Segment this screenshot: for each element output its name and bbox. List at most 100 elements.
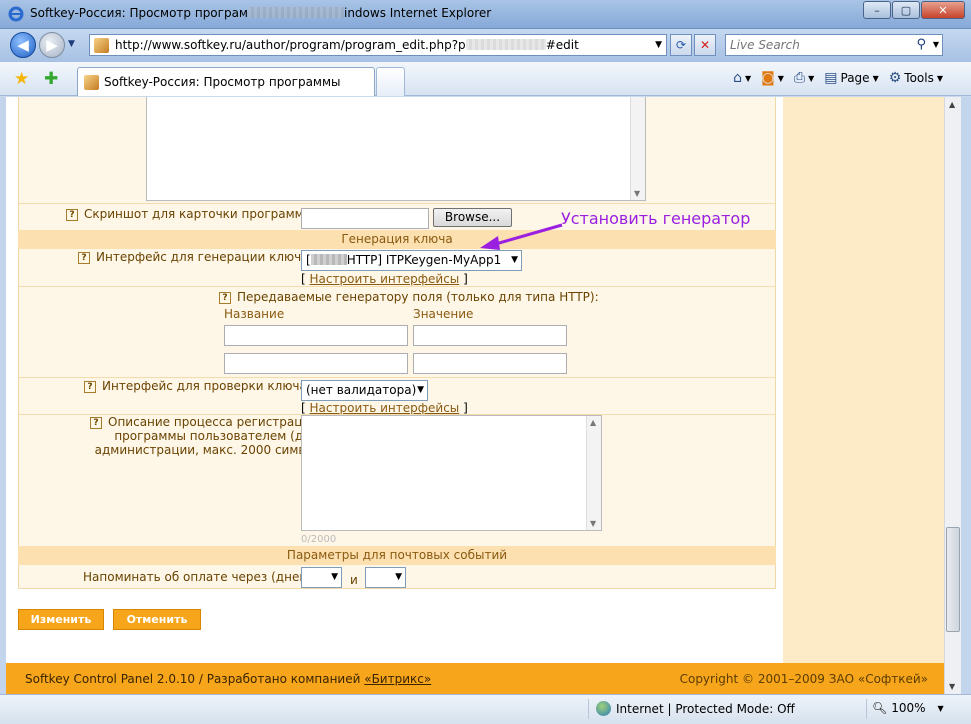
help-icon[interactable]: ? [219, 292, 231, 304]
footer-credits: Softkey Control Panel 2.0.10 / Разработа… [25, 672, 431, 686]
right-sidebar [783, 97, 944, 663]
cancel-button[interactable]: Отменить [113, 609, 201, 630]
window-title-tail: indows Internet Explorer [343, 6, 492, 20]
configure-interfaces-link[interactable]: Настроить интерфейсы [310, 401, 460, 415]
zoom-control[interactable]: 🔍︎ 100% ▼ [872, 701, 944, 715]
chevron-down-icon: ▼ [511, 255, 518, 265]
page-scrollbar[interactable]: ▲ ▼ [944, 97, 961, 694]
title-bar: Softkey-Россия: Просмотр програм indows I… [0, 0, 971, 29]
scroll-down-icon[interactable]: ▼ [590, 519, 596, 528]
redacted-block [310, 254, 347, 265]
scroll-up-icon[interactable]: ▲ [949, 100, 955, 109]
tools-menu[interactable]: ⚙ Tools ▼ [887, 69, 945, 87]
window-title: Softkey-Россия: Просмотр програм indows I… [30, 6, 491, 20]
bitrix-link[interactable]: «Битрикс» [364, 672, 431, 686]
change-button[interactable]: Изменить [18, 609, 104, 630]
print-button[interactable]: ⎙ ▼ [792, 69, 816, 87]
page-viewport: ▼ ? Скриншот для карточки программы: Brow… [6, 97, 944, 694]
security-zone-text: Internet | Protected Mode: Off [616, 701, 795, 716]
footer-copyright: Copyright © 2001–2009 ЗАО «Софткей» [679, 672, 928, 686]
field-name-input-2[interactable] [224, 353, 408, 374]
fields-label: ? Передаваемые генератору поля (только дл… [219, 290, 599, 304]
back-button[interactable]: ◀ [10, 32, 36, 58]
search-dropdown-icon[interactable]: ▼ [933, 40, 939, 49]
divider [18, 286, 776, 287]
tools-menu-label: Tools [904, 71, 934, 85]
screenshot-file-input[interactable] [301, 208, 429, 229]
search-input[interactable] [726, 35, 911, 55]
security-zone[interactable]: Internet | Protected Mode: Off [596, 701, 795, 716]
chevron-down-icon: ▼ [777, 73, 784, 83]
chevron-down-icon: ▼ [808, 73, 815, 83]
scroll-down-icon[interactable]: ▼ [634, 189, 640, 198]
redacted-block [465, 39, 546, 50]
arrow-left-icon: ◀ [17, 36, 29, 54]
tab-label: Softkey-Россия: Просмотр программы [104, 75, 341, 89]
window-border-right [961, 97, 971, 694]
textarea-scrollbar[interactable]: ▲ ▼ [586, 416, 601, 530]
chevron-down-icon: ▼ [331, 572, 338, 582]
status-bar: Internet | Protected Mode: Off 🔍︎ 100% ▼ [0, 694, 971, 724]
column-header-value: Значение [413, 307, 474, 321]
description-label-text-1: Описание процесса регистрации [108, 415, 319, 429]
field-name-input-1[interactable] [224, 325, 408, 346]
annotation-text: Установить генератор [561, 209, 751, 228]
address-dropdown-icon[interactable]: ▼ [655, 40, 662, 50]
help-icon[interactable]: ? [66, 209, 78, 221]
help-icon[interactable]: ? [84, 381, 96, 393]
scroll-up-icon[interactable]: ▲ [590, 418, 596, 427]
help-icon[interactable]: ? [78, 252, 90, 264]
chevron-down-icon: ▼ [417, 385, 424, 395]
remind-days-select-1[interactable]: ▼ [301, 567, 342, 588]
keygen-interface-label: ? Интерфейс для генерации ключа: [78, 250, 313, 264]
keygen-interface-select[interactable]: [HTTP] ITPKeygen-MyApp1 ▼ [301, 250, 522, 271]
help-icon[interactable]: ? [90, 417, 102, 429]
window-controls: – ▢ ✕ [863, 1, 965, 19]
chevron-down-icon: ▼ [872, 73, 879, 83]
minimize-button[interactable]: – [863, 1, 891, 19]
fields-label-text: Передаваемые генератору поля (только для… [237, 290, 599, 304]
field-value-input-1[interactable] [413, 325, 567, 346]
status-separator [588, 699, 589, 719]
add-favorites-icon[interactable]: ✚ [44, 69, 58, 89]
textarea-scrollbar[interactable]: ▼ [630, 97, 645, 200]
home-button[interactable]: ⌂ ▼ [731, 69, 753, 87]
redacted-block [247, 7, 344, 18]
scroll-down-icon[interactable]: ▼ [949, 682, 955, 691]
search-icon[interactable]: ⚲ [916, 37, 926, 52]
forward-button[interactable]: ▶ [39, 32, 65, 58]
favorites-star-icon[interactable]: ★ [14, 69, 29, 89]
navigation-bar: ◀ ▶ ▼ http://www.softkey.ru/author/progr… [0, 29, 971, 62]
chevron-down-icon: ▼ [936, 73, 943, 83]
keygen-section-header: Генерация ключа [18, 230, 776, 249]
status-separator [866, 699, 867, 719]
field-value-input-2[interactable] [413, 353, 567, 374]
history-dropdown-icon[interactable]: ▼ [68, 39, 75, 49]
description-label: ? Описание процесса регистрации программы… [90, 415, 318, 457]
validator-interface-select[interactable]: (нет валидатора) ▼ [301, 380, 428, 401]
scrollbar-thumb[interactable] [946, 527, 960, 632]
previous-textarea[interactable]: ▼ [146, 97, 646, 201]
zoom-level: 100% [891, 701, 926, 715]
gear-icon: ⚙ [888, 70, 902, 86]
configure-interfaces-link[interactable]: Настроить интерфейсы [310, 272, 460, 286]
footer-credits-text: Softkey Control Panel 2.0.10 / Разработа… [25, 672, 365, 686]
stop-button[interactable]: ✕ [694, 34, 716, 56]
refresh-button[interactable]: ⟳ [670, 34, 692, 56]
page-menu[interactable]: ▤ Page ▼ [822, 69, 880, 87]
feeds-button[interactable]: ◙ ▼ [759, 69, 786, 87]
maximize-button[interactable]: ▢ [892, 1, 920, 19]
bracket-close: ] [463, 401, 468, 415]
url-tail: #edit [545, 38, 579, 52]
stop-icon: ✕ [699, 38, 711, 52]
tab-active[interactable]: Softkey-Россия: Просмотр программы [77, 67, 375, 96]
and-text: и [350, 573, 358, 587]
registration-description-textarea[interactable]: ▲ ▼ [301, 415, 602, 531]
url-main: http://www.softkey.ru/author/program/pro… [115, 38, 466, 52]
address-bar[interactable]: http://www.softkey.ru/author/program/pro… [89, 34, 667, 56]
description-label-line-3: администрации, макс. 2000 симв.): [94, 443, 319, 457]
remind-days-select-2[interactable]: ▼ [365, 567, 406, 588]
close-window-button[interactable]: ✕ [921, 1, 965, 19]
new-tab-button[interactable] [376, 67, 405, 96]
divider [18, 377, 776, 378]
